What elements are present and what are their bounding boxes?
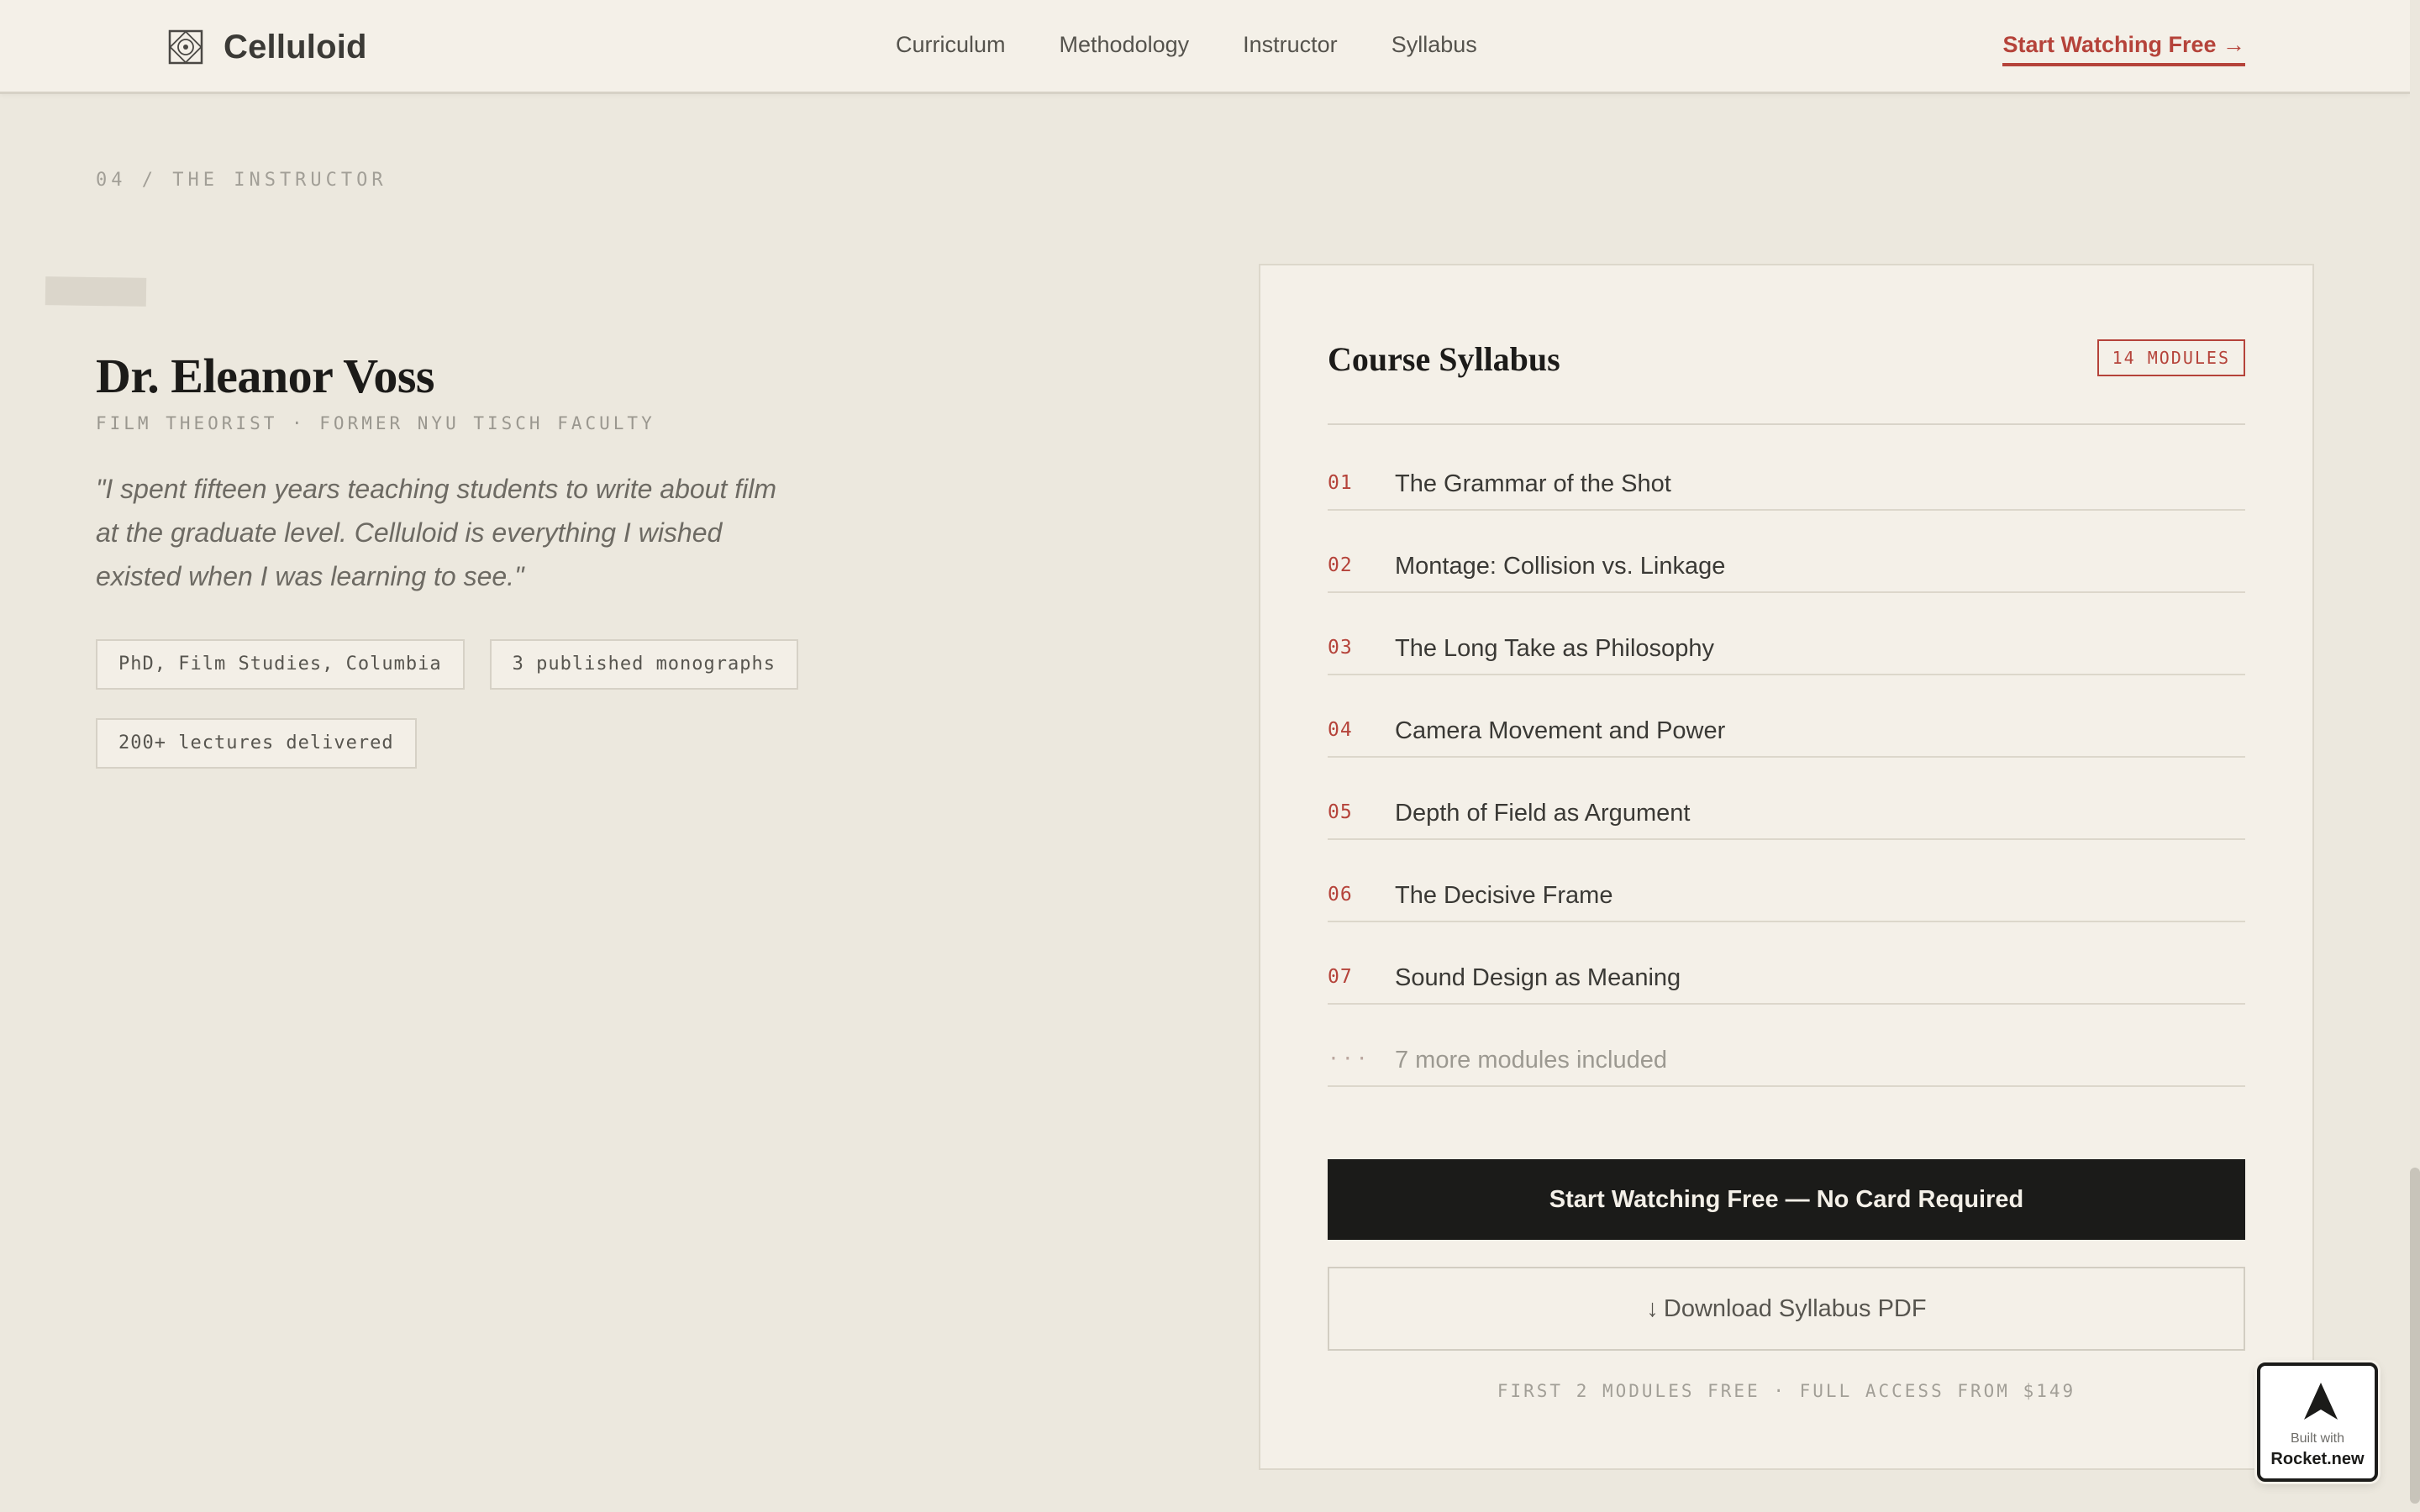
module-item[interactable]: 05 Depth of Field as Argument xyxy=(1328,758,2245,840)
module-item[interactable]: 01 The Grammar of the Shot xyxy=(1328,428,2245,511)
download-syllabus-button[interactable]: ↓ Download Syllabus PDF xyxy=(1328,1267,2245,1351)
credential-tag: 3 published monographs xyxy=(489,639,799,690)
syllabus-card: Course Syllabus 14 MODULES 01 The Gramma… xyxy=(1259,264,2314,1470)
syllabus-title: Course Syllabus xyxy=(1328,340,1560,378)
module-number: 05 xyxy=(1328,801,1353,823)
module-title: Sound Design as Meaning xyxy=(1395,964,1681,991)
module-number: 03 xyxy=(1328,637,1353,659)
top-nav: Celluloid Curriculum Methodology Instruc… xyxy=(0,0,2410,94)
nav-link-instructor[interactable]: Instructor xyxy=(1243,32,1338,58)
credential-tag: PhD, Film Studies, Columbia xyxy=(96,639,465,690)
divider xyxy=(1328,423,2245,425)
module-item[interactable]: 06 The Decisive Frame xyxy=(1328,840,2245,922)
built-with-rocket-badge[interactable]: Built with Rocket.new xyxy=(2257,1362,2378,1482)
module-list: 01 The Grammar of the Shot 02 Montage: C… xyxy=(1328,428,2245,1087)
module-item[interactable]: 07 Sound Design as Meaning xyxy=(1328,922,2245,1005)
brand[interactable]: Celluloid xyxy=(168,25,367,69)
scrollbar-thumb[interactable] xyxy=(2410,1168,2420,1504)
nav-link-curriculum[interactable]: Curriculum xyxy=(896,32,1006,58)
instructor-name: Dr. Eleanor Voss xyxy=(96,349,434,403)
module-number: 04 xyxy=(1328,719,1353,741)
module-item[interactable]: 03 The Long Take as Philosophy xyxy=(1328,593,2245,675)
module-title: The Decisive Frame xyxy=(1395,882,1613,909)
module-title: Camera Movement and Power xyxy=(1395,717,1726,744)
module-number: 07 xyxy=(1328,966,1353,988)
ellipsis-icon: ··· xyxy=(1328,1048,1370,1070)
download-syllabus-label: Download Syllabus PDF xyxy=(1663,1294,1927,1322)
module-number: 02 xyxy=(1328,554,1353,576)
nav-link-syllabus[interactable]: Syllabus xyxy=(1392,32,1477,58)
film-reel-logo-icon xyxy=(168,29,203,65)
rocket-icon xyxy=(2304,1383,2338,1420)
modules-count-badge: 14 MODULES xyxy=(2096,339,2245,376)
credentials: PhD, Film Studies, Columbia 3 published m… xyxy=(96,639,852,797)
module-number: 06 xyxy=(1328,884,1353,906)
more-modules-label: 7 more modules included xyxy=(1395,1047,1668,1074)
module-number: 01 xyxy=(1328,472,1353,494)
instructor-role: FILM THEORIST · FORMER NYU TISCH FACULTY xyxy=(96,413,655,433)
module-title: The Grammar of the Shot xyxy=(1395,470,1671,497)
module-title: The Long Take as Philosophy xyxy=(1395,635,1714,662)
tape-decoration xyxy=(45,276,147,307)
module-item[interactable]: 04 Camera Movement and Power xyxy=(1328,675,2245,758)
module-item[interactable]: 02 Montage: Collision vs. Linkage xyxy=(1328,511,2245,593)
pricing-note: FIRST 2 MODULES FREE · FULL ACCESS FROM … xyxy=(1497,1381,2076,1401)
nav-links: Curriculum Methodology Instructor Syllab… xyxy=(896,32,1531,58)
module-title: Montage: Collision vs. Linkage xyxy=(1395,553,1726,580)
instructor-quote: "I spent fifteen years teaching students… xyxy=(96,474,777,591)
brand-name: Celluloid xyxy=(224,28,367,66)
badge-brand: Rocket.new xyxy=(2270,1450,2365,1468)
start-watching-free-link[interactable]: Start Watching Free → xyxy=(2002,32,2245,66)
scrollbar-track[interactable] xyxy=(2410,0,2420,1512)
start-watching-free-button[interactable]: Start Watching Free — No Card Required xyxy=(1328,1159,2245,1240)
credential-tag: 200+ lectures delivered xyxy=(96,718,417,769)
section-label: 04 / THE INSTRUCTOR xyxy=(96,170,387,191)
module-title: Depth of Field as Argument xyxy=(1395,800,1691,827)
badge-caption: Built with xyxy=(2290,1431,2345,1446)
nav-link-methodology[interactable]: Methodology xyxy=(1060,32,1190,58)
more-modules-item: ··· 7 more modules included xyxy=(1328,1005,2245,1087)
download-arrow-icon: ↓ xyxy=(1646,1294,1659,1322)
